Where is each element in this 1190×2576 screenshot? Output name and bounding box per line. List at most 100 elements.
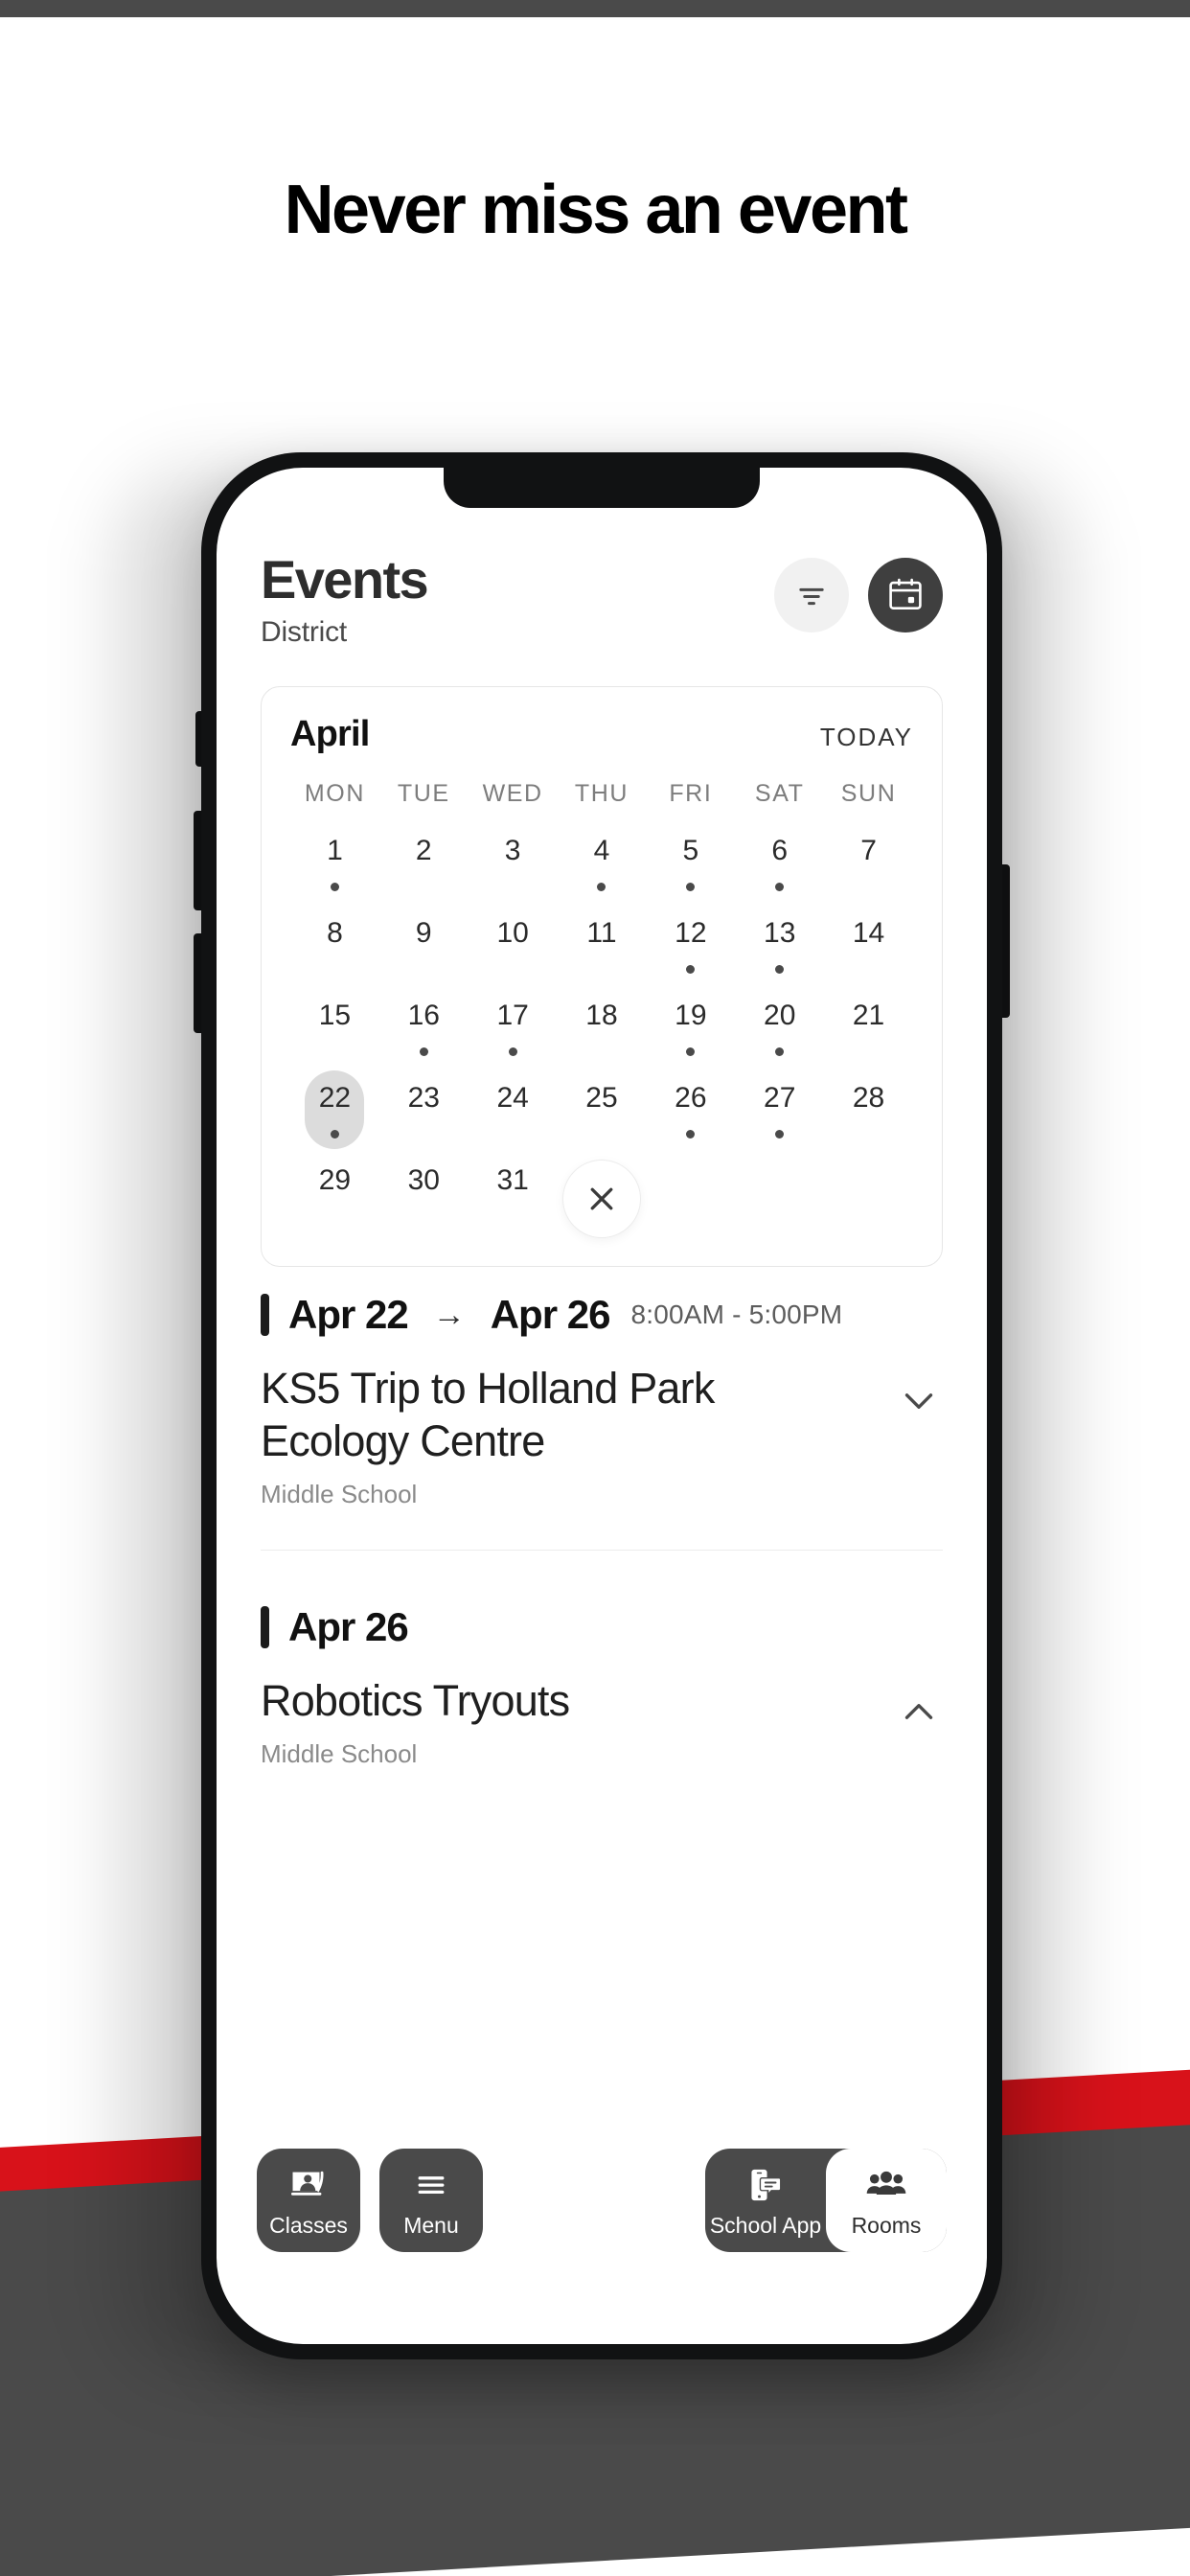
- calendar-weekday-fri: FRI: [669, 780, 713, 807]
- calendar-day-18[interactable]: 18: [558, 986, 647, 1069]
- calendar-day-11[interactable]: 11: [558, 904, 647, 986]
- calendar-weekday-sat: SAT: [754, 780, 805, 807]
- calendar-day-number: 13: [764, 917, 796, 949]
- event-item[interactable]: Apr 22 → Apr 26 8:00AM - 5:00PM KS5 Trip to…: [261, 1292, 943, 1551]
- calendar-day-5[interactable]: 5: [646, 821, 735, 904]
- calendar-day-6[interactable]: 6: [735, 821, 824, 904]
- event-body: Robotics Tryouts Middle School: [261, 1675, 943, 1769]
- nav-button-school-app[interactable]: School App: [705, 2149, 826, 2252]
- nav-button-rooms[interactable]: Rooms: [826, 2149, 947, 2252]
- calendar-day-13[interactable]: 13: [735, 904, 824, 986]
- calendar-day-19[interactable]: 19: [646, 986, 735, 1069]
- calendar-day-9[interactable]: 9: [379, 904, 469, 986]
- phone-mockup: Events District April TODAY MON TUE WED …: [123, 452, 1081, 2359]
- calendar-weekday-row: MON TUE WED THU FRI SAT SUN: [290, 780, 913, 808]
- nav-label-school-app: School App: [709, 2212, 822, 2238]
- event-accent-bar: [261, 1605, 269, 1648]
- chevron-down-icon: [904, 1393, 933, 1409]
- rooms-people-icon: [866, 2171, 906, 2195]
- calendar-day-1[interactable]: 1: [290, 821, 379, 904]
- calendar-day-26[interactable]: 26: [646, 1069, 735, 1151]
- page-subtitle: District: [261, 615, 348, 648]
- event-dot: [419, 1047, 428, 1056]
- calendar-day-14[interactable]: 14: [824, 904, 913, 986]
- event-title: Robotics Tryouts: [261, 1675, 570, 1725]
- calendar-weekday-thu: THU: [574, 780, 629, 807]
- event-end-date: Apr 26: [490, 1292, 611, 1337]
- close-icon: [590, 1187, 613, 1210]
- calendar-day-10[interactable]: 10: [469, 904, 558, 986]
- calendar-day-30[interactable]: 30: [379, 1151, 469, 1233]
- nav-button-classes[interactable]: Classes: [257, 2149, 360, 2252]
- calendar-day-number: 25: [585, 1082, 618, 1114]
- calendar-day-23[interactable]: 23: [379, 1069, 469, 1151]
- calendar-day-number: 28: [852, 1082, 885, 1114]
- event-dot: [686, 883, 696, 891]
- calendar-day-number: 20: [764, 1000, 796, 1031]
- page-title: Events: [261, 549, 429, 610]
- school-app-phone-message-icon: [751, 2169, 782, 2200]
- calendar-day-4[interactable]: 4: [558, 821, 647, 904]
- calendar-day-number: 19: [675, 1000, 707, 1031]
- page-headline: Never miss an event: [284, 172, 908, 248]
- calendar-icon: [889, 578, 922, 610]
- calendar-day-number: 27: [764, 1082, 796, 1114]
- calendar-day-25[interactable]: 25: [558, 1069, 647, 1151]
- header-titles: Events District: [261, 548, 429, 649]
- calendar-day-31[interactable]: 31: [469, 1151, 558, 1233]
- calendar-day-29[interactable]: 29: [290, 1151, 379, 1233]
- calendar-day-number: 9: [415, 917, 432, 949]
- event-dot: [775, 1130, 785, 1138]
- nav-button-menu[interactable]: Menu: [379, 2149, 483, 2252]
- calendar-day-number: 10: [496, 917, 529, 949]
- filter-button[interactable]: [774, 558, 849, 632]
- event-item[interactable]: Apr 26 Robotics Tryouts Middle School: [261, 1604, 943, 1769]
- calendar-header: April TODAY: [290, 714, 913, 755]
- event-expand-toggle[interactable]: [895, 1675, 943, 1741]
- calendar-day-17[interactable]: 17: [469, 986, 558, 1069]
- calendar-day-8[interactable]: 8: [290, 904, 379, 986]
- calendar-day-number: 17: [496, 1000, 529, 1031]
- event-text-block: KS5 Trip to Holland Park Ecology Centre …: [261, 1363, 855, 1509]
- calendar-day-28[interactable]: 28: [824, 1069, 913, 1151]
- calendar-day-16[interactable]: 16: [379, 986, 469, 1069]
- calendar-day-number: 29: [318, 1164, 352, 1196]
- calendar-day-24[interactable]: 24: [469, 1069, 558, 1151]
- calendar-day-number: 8: [327, 917, 343, 949]
- event-time-range: 8:00AM - 5:00PM: [630, 1300, 843, 1329]
- nav-right-group: School App Rooms: [705, 2149, 947, 2252]
- calendar-button[interactable]: [868, 558, 943, 632]
- event-start-date: Apr 22: [288, 1292, 409, 1337]
- calendar-day-number: 26: [675, 1082, 707, 1114]
- classes-presentation-icon: [290, 2171, 324, 2196]
- calendar-day-number: 31: [496, 1164, 529, 1196]
- calendar-weekday-mon: MON: [304, 780, 365, 807]
- calendar-day-21[interactable]: 21: [824, 986, 913, 1069]
- event-expand-toggle[interactable]: [895, 1363, 943, 1429]
- phone-notch: [444, 468, 760, 508]
- calendar-day-number: 30: [407, 1164, 440, 1196]
- event-school: Middle School: [261, 1738, 418, 1768]
- events-list: Apr 22 → Apr 26 8:00AM - 5:00PM KS5 Trip to…: [261, 1292, 943, 1769]
- calendar-weekday-sun: SUN: [840, 780, 897, 807]
- nav-left-group: Classes Menu: [257, 2149, 483, 2252]
- calendar-day-12[interactable]: 12: [646, 904, 735, 986]
- event-dot: [686, 965, 696, 974]
- calendar-day-2[interactable]: 2: [379, 821, 469, 904]
- calendar-day-3[interactable]: 3: [469, 821, 558, 904]
- calendar-day-number: 11: [586, 917, 617, 949]
- event-title: KS5 Trip to Holland Park Ecology Centre: [261, 1364, 715, 1465]
- calendar-day-27[interactable]: 27: [735, 1069, 824, 1151]
- event-dot: [775, 965, 785, 974]
- calendar-today-button[interactable]: TODAY: [820, 723, 913, 752]
- calendar-day-15[interactable]: 15: [290, 986, 379, 1069]
- calendar-day-7[interactable]: 7: [824, 821, 913, 904]
- event-text-block: Robotics Tryouts Middle School: [261, 1675, 570, 1769]
- calendar-day-number: 15: [318, 1000, 352, 1031]
- hamburger-menu-icon: [418, 2175, 445, 2194]
- calendar-day-22[interactable]: 22: [290, 1069, 379, 1151]
- calendar-day-20[interactable]: 20: [735, 986, 824, 1069]
- calendar-day-number: 16: [407, 1000, 440, 1031]
- close-calendar-button[interactable]: [562, 1160, 641, 1238]
- calendar-day-number: 18: [585, 1000, 618, 1031]
